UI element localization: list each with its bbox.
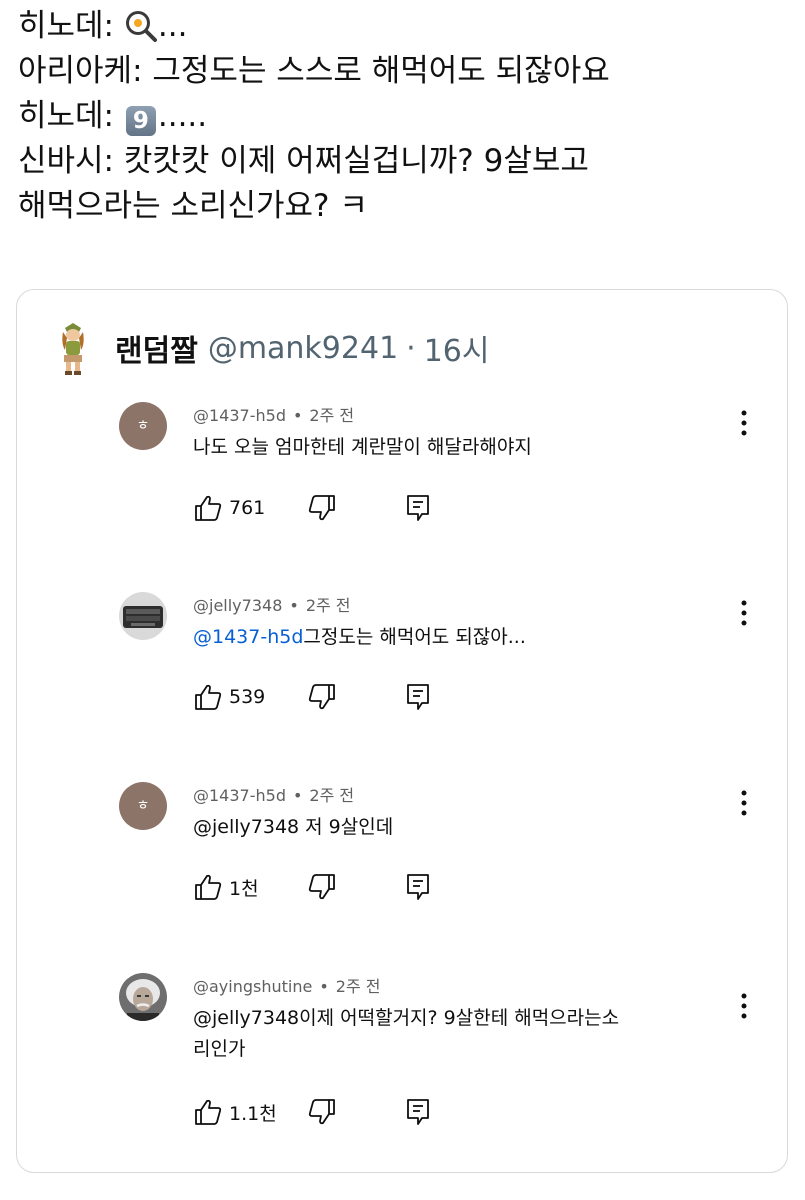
meta-separator: • — [319, 977, 329, 996]
reply-button[interactable] — [403, 493, 433, 523]
tweet-line-1: 히노데: ... — [18, 4, 788, 49]
comment-meta: @1437-h5d • 2주 전 — [193, 782, 354, 806]
thumbs-up-icon — [195, 1099, 222, 1125]
more-vert-icon[interactable] — [739, 991, 749, 1021]
comment-author[interactable]: @1437-h5d — [193, 786, 286, 805]
comment-author[interactable]: @1437-h5d — [193, 406, 286, 425]
meta-separator: • — [289, 596, 299, 615]
thumbs-up-icon — [195, 684, 222, 710]
fried-egg-pan-emoji — [125, 11, 157, 42]
like-count: 1.1천 — [229, 1102, 277, 1125]
meta-separator: • — [292, 406, 303, 425]
quote-card[interactable]: 랜덤짤 @mank9241 · 16시 ㅎ @1437-h5d • 2주 전 나도 … — [16, 289, 788, 1173]
comment-actions: 1.1천 — [193, 1095, 433, 1129]
comment-time[interactable]: 2주 전 — [309, 406, 354, 425]
tweet-text: 히노데: ... 아리아케: 그정도는 스스로 해먹어도 되잖아요 히노데: 9… — [18, 4, 788, 229]
comment-actions: 539 — [193, 680, 433, 714]
like-count: 539 — [229, 686, 266, 708]
comment-actions: 1천 — [193, 870, 433, 904]
reply-icon — [407, 495, 429, 521]
more-vert-icon[interactable] — [739, 598, 749, 628]
reply-button[interactable] — [403, 682, 433, 712]
comment-item: @ayingshutine • 2주 전 @jelly7348이제 어떡할거지? 9… — [119, 973, 759, 1153]
commenter-avatar[interactable]: ㅎ — [119, 402, 167, 450]
dislike-button[interactable] — [307, 872, 403, 902]
thumbs-down-icon — [308, 684, 335, 710]
comment-item: @jelly7348 • 2주 전 @1437-h5d그정도는 해먹어도 되잖아..… — [119, 592, 759, 742]
dislike-button[interactable] — [307, 1097, 403, 1127]
comment-text: 나도 오늘 엄마한테 계란말이 해달라해야지 — [193, 436, 532, 458]
comment-author[interactable]: @ayingshutine — [193, 977, 312, 996]
comment-author[interactable]: @jelly7348 — [193, 596, 282, 615]
comment-actions: 761 — [193, 491, 433, 525]
commenter-avatar[interactable]: ㅎ — [119, 782, 167, 830]
ellipsis: ..... — [157, 98, 208, 134]
dislike-button[interactable] — [307, 682, 403, 712]
reply-icon — [407, 874, 429, 900]
comment-text: @jelly7348이제 어떡할거지? 9살한테 해먹으라는소 리인가 — [193, 1007, 620, 1060]
comment-text: @1437-h5d그정도는 해먹어도 되잖아... — [193, 622, 713, 653]
like-button[interactable]: 1천 — [193, 872, 307, 902]
reply-button[interactable] — [403, 872, 433, 902]
thumbs-up-icon — [195, 874, 222, 900]
speaker-label: 히노데: — [18, 98, 115, 134]
thumbs-down-icon — [308, 1099, 335, 1125]
speaker-label: 히노데: — [18, 8, 115, 44]
tweet-line-2: 아리아케: 그정도는 스스로 해먹어도 되잖아요 — [18, 53, 610, 89]
comment-body: 그정도는 해먹어도 되잖아... — [303, 626, 526, 648]
author-name[interactable]: 랜덤짤 — [115, 326, 198, 370]
reply-icon — [407, 684, 429, 710]
commenter-avatar[interactable] — [119, 592, 167, 640]
like-button[interactable]: 1.1천 — [193, 1097, 307, 1127]
post-time[interactable]: 16시 — [424, 326, 490, 370]
comment-meta: @1437-h5d • 2주 전 — [193, 402, 354, 426]
tweet-line-5: 해먹으라는 소리신가요? ㅋ — [18, 188, 368, 224]
commenter-avatar[interactable] — [119, 973, 167, 1021]
comment-meta: @jelly7348 • 2주 전 — [193, 592, 351, 616]
author-avatar[interactable] — [53, 320, 93, 376]
comment-time[interactable]: 2주 전 — [306, 596, 351, 615]
like-button[interactable]: 761 — [193, 493, 307, 523]
mention-link[interactable]: @1437-h5d — [193, 626, 303, 648]
comment-item: ㅎ @1437-h5d • 2주 전 @jelly7348 저 9살인데 1천 — [119, 782, 759, 932]
thumbs-up-icon — [195, 495, 222, 521]
like-count: 1천 — [229, 877, 259, 900]
like-button[interactable]: 539 — [193, 682, 307, 712]
comment-meta: @ayingshutine • 2주 전 — [193, 973, 381, 997]
dislike-button[interactable] — [307, 493, 403, 523]
thumbs-down-icon — [308, 874, 335, 900]
comment-item: ㅎ @1437-h5d • 2주 전 나도 오늘 엄마한테 계란말이 해달라해야지 … — [119, 402, 759, 552]
quote-header: 랜덤짤 @mank9241 · 16시 — [53, 320, 489, 376]
tweet-line-4: 신바시: 캇캇캇 이제 어쩌실겁니까? 9살보고 — [18, 143, 589, 179]
reply-icon — [407, 1099, 429, 1125]
reply-button[interactable] — [403, 1097, 433, 1127]
thumbs-down-icon — [308, 495, 335, 521]
comment-time[interactable]: 2주 전 — [309, 786, 354, 805]
like-count: 761 — [229, 497, 266, 519]
meta-separator: • — [292, 786, 303, 805]
tweet-line-3: 히노데: 9..... — [18, 94, 788, 139]
comment-text: @jelly7348 저 9살인데 — [193, 816, 394, 838]
more-vert-icon[interactable] — [739, 408, 749, 438]
ellipsis: ... — [157, 8, 188, 44]
separator-dot: · — [406, 330, 416, 366]
keycap-nine-emoji: 9 — [125, 106, 156, 136]
more-vert-icon[interactable] — [739, 788, 749, 818]
comment-time[interactable]: 2주 전 — [336, 977, 381, 996]
author-handle[interactable]: @mank9241 — [208, 331, 398, 366]
